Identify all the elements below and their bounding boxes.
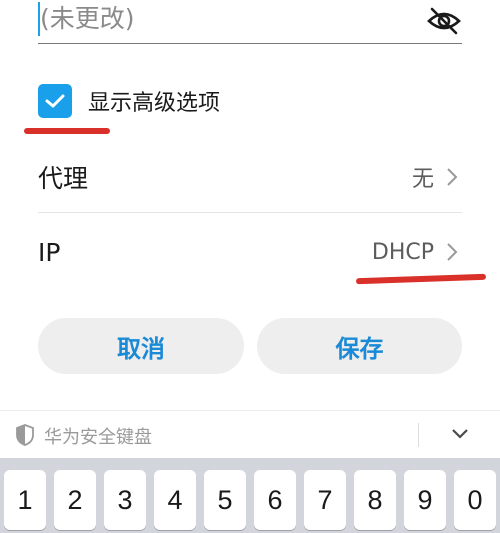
show-advanced-options[interactable]: 显示高级选项 (38, 84, 220, 118)
checkmark-icon (45, 94, 65, 108)
key-8[interactable]: 8 (354, 470, 396, 530)
key-7[interactable]: 7 (304, 470, 346, 530)
key-3[interactable]: 3 (104, 470, 146, 530)
proxy-value: 无 (411, 167, 434, 192)
shield-icon (16, 424, 34, 446)
divider (38, 212, 462, 213)
advanced-checkbox[interactable] (38, 84, 72, 118)
keyboard-header: 华为安全键盘 (0, 410, 500, 458)
key-6[interactable]: 6 (254, 470, 296, 530)
key-2[interactable]: 2 (54, 470, 96, 530)
separator (418, 423, 419, 447)
key-9[interactable]: 9 (404, 470, 446, 530)
key-4[interactable]: 4 (154, 470, 196, 530)
proxy-label: 代理 (38, 164, 89, 193)
chevron-down-icon[interactable] (450, 427, 470, 441)
advanced-label: 显示高级选项 (88, 91, 221, 116)
chevron-right-icon (447, 243, 458, 261)
key-1[interactable]: 1 (4, 470, 46, 530)
key-5[interactable]: 5 (204, 470, 246, 530)
save-button[interactable]: 保存 (257, 318, 462, 374)
keyboard-title: 华为安全键盘 (44, 427, 152, 448)
password-value: (未更改) (40, 4, 135, 33)
eye-off-icon[interactable] (426, 6, 462, 36)
ip-value: DHCP (371, 239, 434, 265)
proxy-row[interactable]: 代理 无 (38, 144, 462, 210)
cancel-button[interactable]: 取消 (38, 318, 244, 374)
chevron-right-icon (447, 168, 458, 186)
ip-row[interactable]: IP DHCP (38, 219, 462, 285)
ip-label: IP (38, 237, 61, 267)
red-annotation-underline (24, 128, 110, 134)
password-field[interactable]: (未更改) (38, 0, 462, 44)
key-0[interactable]: 0 (454, 470, 496, 530)
number-keyboard: 1 2 3 4 5 6 7 8 9 0 (0, 458, 500, 533)
